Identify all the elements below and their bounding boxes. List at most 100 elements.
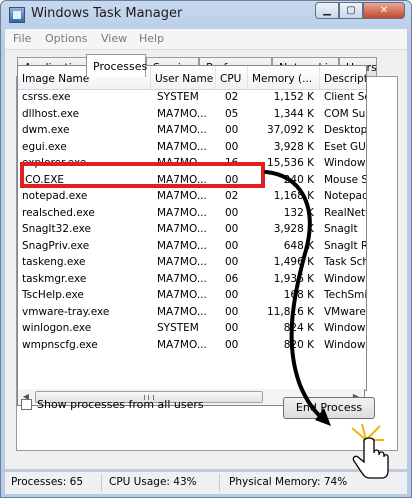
process-user: MA7MO... [157,256,207,268]
title-bar[interactable]: Windows Task Manager ▁ ▢ ✕ [1,1,411,29]
process-cpu: 00 [225,124,239,136]
process-cpu: 00 [225,223,239,235]
status-processes: Processes: 65 [11,476,83,488]
end-process-button[interactable]: End Process [283,397,375,419]
status-divider [219,474,220,491]
window-title: Windows Task Manager [31,6,183,21]
process-row[interactable]: explorer.exe MA7MO... 16 15,536 K Windows [18,156,366,173]
process-user: MA7MO... [157,305,207,318]
process-name: ICO.EXE [22,173,65,186]
process-description: Task Sch [324,256,367,268]
process-cpu: 02 [225,190,239,202]
process-cpu: 00 [225,338,239,351]
process-memory: 1,152 K [273,91,314,103]
close-icon: ✕ [379,5,389,16]
column-description[interactable]: Descripti [320,66,366,89]
process-user: MA7MO... [157,239,207,252]
maximize-button[interactable]: ▢ [339,2,363,19]
process-user: MA7MO... [157,157,207,169]
process-row[interactable]: SnagIt32.exe MA7MO... 00 3,928 K SnagIt [18,222,366,239]
process-row[interactable]: SnagPriv.exe MA7MO... 00 648 K SnagIt R [18,239,366,256]
show-all-users-checkbox[interactable] [21,399,32,410]
process-memory: 3,928 K [273,223,314,235]
process-cpu: 00 [225,256,239,268]
process-name: taskeng.exe [22,256,86,268]
process-row[interactable]: ICO.EXE MA7MO... 00 240 K Mouse Se [18,173,366,190]
process-row[interactable]: winlogon.exe SYSTEM 00 824 K Windows [18,321,366,338]
process-name: dwm.exe [22,124,70,136]
process-cpu: 05 [225,107,239,120]
process-cpu: 00 [225,173,239,186]
process-row[interactable]: TscHelp.exe MA7MO... 00 168 K TechSmit [18,288,366,305]
process-cpu: 00 [225,140,239,153]
process-user: SYSTEM [157,91,199,103]
process-cpu: 16 [225,157,239,169]
process-description: RealNetw [324,206,366,219]
process-row[interactable]: notepad.exe MA7MO... 02 1,168 K Notepad [18,189,366,206]
process-name: csrss.exe [22,91,71,103]
task-manager-app-icon [9,7,25,23]
status-divider [101,474,102,491]
process-description: Windows [324,338,367,351]
minimize-button[interactable]: ▁ [315,2,339,19]
tab-processes[interactable]: Processes [86,54,147,77]
process-name: SnagIt32.exe [22,223,91,235]
process-user: MA7MO... [157,140,207,153]
caption-buttons: ▁ ▢ ✕ [315,2,405,20]
process-memory: 1,168 K [273,190,314,202]
process-name: realsched.exe [22,206,95,219]
process-rows: csrss.exe SYSTEM 02 1,152 K Client Se dllhost… [18,90,366,354]
process-memory: 15,536 K [267,157,314,169]
process-user: MA7MO... [157,107,207,120]
process-row[interactable]: dllhost.exe MA7MO... 05 1,344 K COM Sur [18,107,366,124]
process-description: Notepad [324,190,367,202]
process-cpu: 00 [225,206,239,219]
process-memory: 132 K [283,206,314,219]
process-name: vmware-tray.exe [22,305,110,318]
column-image-name-label: Image Name [22,73,90,85]
process-user: MA7MO... [157,190,207,202]
status-bar: Processes: 65 CPU Usage: 43% Physical Me… [5,471,407,494]
process-user: SYSTEM [157,322,199,334]
process-description: VMware T [324,305,366,318]
process-memory: 820 K [283,338,314,351]
menu-view[interactable]: View [101,32,127,45]
menu-file[interactable]: File [13,32,31,45]
process-user: MA7MO... [157,173,207,186]
process-description: Windows [324,322,367,334]
column-memory[interactable]: Memory (... [248,66,320,89]
process-memory: 3,928 K [273,140,314,153]
process-name: egui.exe [22,140,67,153]
process-row[interactable]: taskmgr.exe MA7MO... 06 1,936 K Windows [18,272,366,289]
maximize-icon: ▢ [346,5,356,16]
process-user: MA7MO... [157,338,207,351]
menu-options[interactable]: Options [45,32,87,45]
process-description: SnagIt R [324,239,367,252]
process-cpu: 00 [225,239,239,252]
process-row[interactable]: realsched.exe MA7MO... 00 132 K RealNetw [18,206,366,223]
list-header: Image Name User Name CPU Memory (... Des… [18,66,366,90]
process-row[interactable]: csrss.exe SYSTEM 02 1,152 K Client Se [18,90,366,107]
process-cpu: 00 [225,289,239,301]
column-user-name[interactable]: User Name [151,66,216,89]
process-name: taskmgr.exe [22,272,87,285]
process-row[interactable]: taskeng.exe MA7MO... 00 1,496 K Task Sch [18,255,366,272]
process-description: Client Se [324,91,367,103]
process-description: Windows [324,272,367,285]
menu-help[interactable]: Help [139,32,164,45]
column-cpu[interactable]: CPU [216,66,248,89]
process-row[interactable]: vmware-tray.exe MA7MO... 00 11,816 K VMware … [18,305,366,322]
process-memory: 37,092 K [267,124,314,136]
process-description: Windows [324,157,367,169]
process-user: MA7MO... [157,223,207,235]
process-row[interactable]: dwm.exe MA7MO... 00 37,092 K Desktop [18,123,366,140]
process-memory: 1,936 K [273,272,314,285]
process-row[interactable]: egui.exe MA7MO... 00 3,928 K Eset GUI [18,140,366,157]
show-all-users-label: Show processes from all users [37,398,204,411]
close-button[interactable]: ✕ [363,2,405,19]
task-manager-window: Windows Task Manager ▁ ▢ ✕ File Options … [0,0,412,498]
process-description: SnagIt [324,223,358,235]
process-list[interactable]: Image Name User Name CPU Memory (... Des… [17,65,367,391]
process-cpu: 02 [225,91,239,103]
process-row[interactable]: wmpnscfg.exe MA7MO... 00 820 K Windows [18,338,366,355]
